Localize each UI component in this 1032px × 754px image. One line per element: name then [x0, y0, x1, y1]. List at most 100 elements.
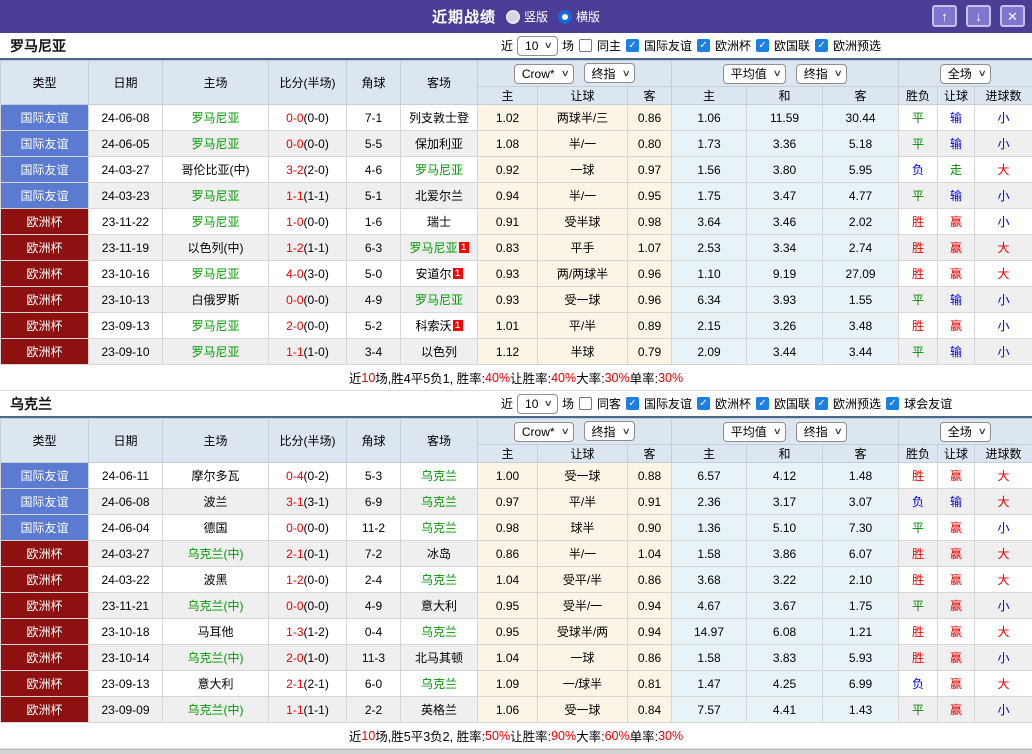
fulltime-select[interactable]: 全场∨ — [940, 64, 992, 84]
score: 0-0(0-0) — [269, 131, 347, 157]
match-date: 24-06-08 — [89, 489, 163, 515]
away-odds: 0.80 — [628, 131, 672, 157]
corner-score: 5-3 — [347, 463, 401, 489]
team-name: 乌克兰 — [0, 394, 52, 414]
away-odds: 1.07 — [628, 235, 672, 261]
radio-unselected-icon[interactable] — [506, 10, 520, 24]
wdl-result: 负 — [899, 671, 938, 697]
away-team-name: 列支敦士登 — [409, 111, 469, 125]
match-row: 欧洲杯23-10-16罗马尼亚4-0(3-0)5-0安道尔10.93两/两球半0… — [1, 261, 1032, 287]
away-team-name: 乌克兰 — [421, 495, 457, 509]
away-team-name: 乌克兰 — [421, 521, 457, 535]
handicap-line: 半/一 — [538, 131, 628, 157]
handicap-line: 球半 — [538, 515, 628, 541]
handicap-result: 输 — [938, 105, 975, 131]
match-date: 23-09-13 — [89, 313, 163, 339]
home-odds: 0.93 — [478, 287, 538, 313]
same-venue-label: 同主 — [596, 37, 622, 54]
home-team-name: 意大利 — [197, 677, 233, 691]
competition-checkbox[interactable]: ✓ — [886, 397, 899, 410]
match-date: 24-06-08 — [89, 105, 163, 131]
summary-text: 50% — [485, 729, 510, 743]
competition-checkbox[interactable]: ✓ — [756, 397, 769, 410]
same-venue-checkbox[interactable] — [579, 39, 592, 52]
away-team: 乌克兰 — [401, 489, 478, 515]
home-team: 乌克兰(中) — [163, 697, 269, 723]
close-button[interactable]: ✕ — [1000, 5, 1025, 27]
competition-checkbox[interactable]: ✓ — [697, 397, 710, 410]
competition-type: 国际友谊 — [1, 157, 89, 183]
avg-away-odds: 5.95 — [823, 157, 899, 183]
fulltime-select[interactable]: 全场∨ — [940, 422, 992, 442]
fulltime-score: 2-1 — [286, 547, 303, 561]
corner-score: 6-9 — [347, 489, 401, 515]
average-select[interactable]: 平均值∨ — [723, 64, 787, 84]
home-team-name: 乌克兰(中) — [188, 651, 244, 665]
match-date: 23-10-16 — [89, 261, 163, 287]
col-type: 类型 — [1, 419, 89, 463]
competition-checkbox[interactable]: ✓ — [697, 39, 710, 52]
avg-draw-odds: 3.36 — [747, 131, 823, 157]
col-home: 主场 — [163, 61, 269, 105]
match-count-select[interactable]: 10∨ — [517, 36, 558, 56]
home-team: 德国 — [163, 515, 269, 541]
odds-stage-select[interactable]: 终指∨ — [796, 422, 848, 442]
move-down-button[interactable]: ↓ — [966, 5, 991, 27]
avg-draw-odds: 9.19 — [747, 261, 823, 287]
handicap-result: 赢 — [938, 567, 975, 593]
odds-stage-select[interactable]: 终指∨ — [584, 421, 636, 441]
col-corner: 角球 — [347, 419, 401, 463]
avg-away-odds: 1.48 — [823, 463, 899, 489]
handicap-result: 输 — [938, 131, 975, 157]
odds-stage-select[interactable]: 终指∨ — [796, 64, 848, 84]
competition-checkbox[interactable]: ✓ — [626, 397, 639, 410]
wdl-result: 平 — [899, 183, 938, 209]
section-filter: 近10∨场同客✓国际友谊✓欧洲杯✓欧国联✓欧洲预选✓球会友谊 — [500, 391, 953, 416]
col-home: 主场 — [163, 419, 269, 463]
layout-radio-horizontal[interactable]: 横版 — [558, 8, 600, 25]
odds-stage-select[interactable]: 终指∨ — [584, 63, 636, 83]
move-up-button[interactable]: ↑ — [932, 5, 957, 27]
avg-home-odds: 1.47 — [672, 671, 747, 697]
avg-home-odds: 1.58 — [672, 645, 747, 671]
fulltime-score: 0-0 — [286, 137, 303, 151]
away-team: 乌克兰 — [401, 671, 478, 697]
same-venue-checkbox[interactable] — [579, 397, 592, 410]
layout-radio-vertical[interactable]: 竖版 — [506, 8, 548, 25]
competition-checkbox[interactable]: ✓ — [626, 39, 639, 52]
bookmaker-select[interactable]: Crow*∨ — [514, 422, 574, 442]
radio-selected-icon[interactable] — [558, 10, 572, 24]
fulltime-score: 3-1 — [286, 495, 303, 509]
bookmaker-odds-group: Crow*∨ 终指∨ — [478, 419, 672, 445]
col-date: 日期 — [89, 61, 163, 105]
match-row: 国际友谊24-03-27哥伦比亚(中)3-2(2-0)4-6罗马尼亚0.92一球… — [1, 157, 1032, 183]
avg-draw-odds: 3.80 — [747, 157, 823, 183]
record-summary: 近10场,胜5平3负2, 胜率:50% 让胜率:90% 大率:60% 单率:30… — [0, 723, 1032, 749]
match-row: 国际友谊24-06-05罗马尼亚0-0(0-0)5-5保加利亚1.08半/一0.… — [1, 131, 1032, 157]
competition-checkbox[interactable]: ✓ — [815, 39, 828, 52]
corner-score: 7-2 — [347, 541, 401, 567]
match-row: 欧洲杯23-10-13白俄罗斯0-0(0-0)4-9罗马尼亚0.93受一球0.9… — [1, 287, 1032, 313]
summary-text: 让胜率: — [510, 726, 551, 745]
wdl-result: 胜 — [899, 619, 938, 645]
col-corner: 角球 — [347, 61, 401, 105]
corner-score: 4-6 — [347, 157, 401, 183]
average-select[interactable]: 平均值∨ — [723, 422, 787, 442]
away-odds: 0.86 — [628, 567, 672, 593]
competition-checkbox[interactable]: ✓ — [815, 397, 828, 410]
bottom-scrollbar[interactable] — [0, 749, 1032, 754]
col-odds-away: 客 — [628, 445, 672, 463]
avg-home-odds: 6.34 — [672, 287, 747, 313]
competition-label: 欧洲杯 — [714, 37, 752, 54]
average-select-value: 平均值 — [731, 423, 767, 440]
bookmaker-select[interactable]: Crow*∨ — [514, 64, 574, 84]
match-count-select[interactable]: 10∨ — [517, 394, 558, 414]
fulltime-score: 1-1 — [286, 703, 303, 717]
avg-away-odds: 2.10 — [823, 567, 899, 593]
odds-stage-value: 终指 — [804, 65, 828, 82]
match-row: 国际友谊24-06-04德国0-0(0-0)11-2乌克兰0.98球半0.901… — [1, 515, 1032, 541]
competition-checkbox[interactable]: ✓ — [756, 39, 769, 52]
away-odds: 0.91 — [628, 489, 672, 515]
corner-score: 6-0 — [347, 671, 401, 697]
goals-result: 大 — [975, 567, 1032, 593]
